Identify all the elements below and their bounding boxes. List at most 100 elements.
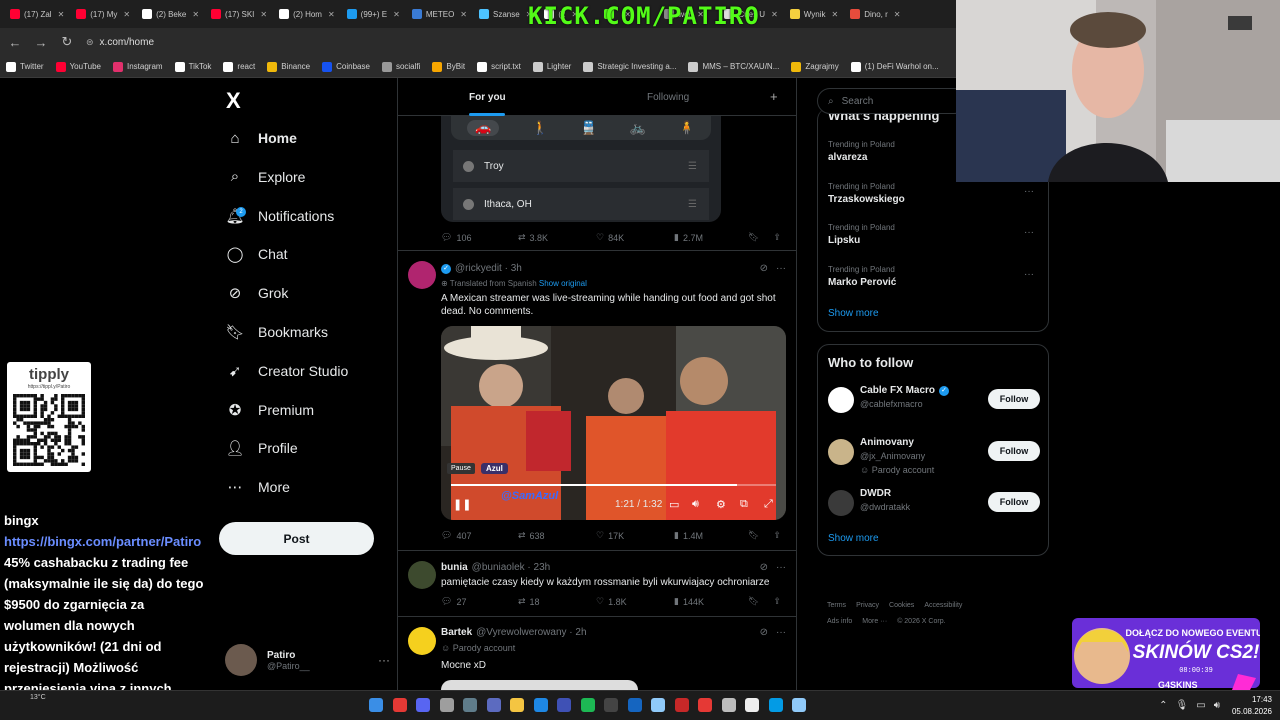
weather-widget[interactable]: 13°C: [30, 694, 46, 701]
drag-handle-icon[interactable]: ☰: [688, 199, 697, 210]
views-button[interactable]: ▮ 1.4M: [674, 530, 703, 541]
walk-icon[interactable]: 🚶: [532, 120, 548, 136]
bookmark-item[interactable]: Instagram: [113, 61, 163, 72]
reply-button[interactable]: 💬︎ 106: [441, 232, 518, 243]
close-icon[interactable]: ✕: [832, 10, 839, 19]
bookmark-item[interactable]: ByBit: [432, 61, 465, 72]
browser-tab[interactable]: METEO ✕: [406, 3, 473, 25]
browser-tab[interactable]: (17) My ✕: [70, 3, 136, 25]
nav-item-grok[interactable]: ⊘ Grok: [226, 278, 289, 308]
bookmark-item[interactable]: (1) DeFi Warhol on...: [850, 61, 939, 72]
taskbar-app-icon[interactable]: [721, 698, 736, 712]
close-icon[interactable]: ✕: [894, 10, 901, 19]
footer-link[interactable]: Terms: [827, 602, 846, 609]
tab-following[interactable]: Following: [647, 92, 689, 103]
url-field[interactable]: ⊜ x.com/home: [86, 37, 154, 48]
pause-icon[interactable]: ❚❚: [453, 498, 471, 511]
bookmark-item[interactable]: TikTok: [174, 61, 211, 72]
views-button[interactable]: ▮ 2.7M: [674, 232, 703, 243]
nav-item-profile[interactable]: 👤︎ Profile: [225, 433, 297, 463]
captions-icon[interactable]: ▭: [669, 498, 679, 511]
video-player[interactable]: Azul Pause @SamAzul ❚❚ 1:21 / 1:32 ▭ 🔊︎ …: [441, 326, 786, 520]
more-icon[interactable]: ···: [1024, 186, 1034, 197]
nav-item-bookmarks[interactable]: 🔖︎ Bookmarks: [225, 317, 328, 347]
follow-suggestion[interactable]: DWDR @dwdratakk Follow: [828, 488, 1040, 528]
taskbar-app-icon[interactable]: [510, 698, 524, 712]
volume-icon[interactable]: 🔊︎: [1214, 700, 1220, 711]
nav-item-creator-studio[interactable]: ➹ Creator Studio: [226, 356, 349, 386]
close-icon[interactable]: ✕: [192, 10, 199, 19]
nav-item-explore[interactable]: ⌕ Explore: [226, 162, 306, 192]
close-icon[interactable]: ✕: [771, 10, 778, 19]
taskbar-app-icon[interactable]: [533, 698, 548, 712]
drag-handle-icon[interactable]: ☰: [688, 161, 697, 172]
footer-link[interactable]: Ads info: [827, 618, 852, 625]
bookmark-item[interactable]: Lighter: [532, 61, 571, 72]
follow-button[interactable]: Follow: [988, 492, 1040, 512]
show-original-link[interactable]: Show original: [539, 279, 587, 288]
repost-button[interactable]: ⇄ 3.8K: [518, 232, 596, 243]
bookmark-item[interactable]: socialfi: [381, 61, 420, 72]
reply-button[interactable]: 💬︎ 27: [441, 596, 518, 607]
footer-link[interactable]: Accessibility: [924, 602, 962, 609]
more-icon[interactable]: ···: [776, 627, 786, 638]
browser-tab[interactable]: Wynik ✕: [784, 3, 844, 25]
taskbar-app-icon[interactable]: [439, 698, 454, 712]
x-logo[interactable]: X: [226, 88, 241, 114]
taskbar-app-icon[interactable]: [416, 698, 430, 712]
taskbar-app-icon[interactable]: [674, 698, 689, 712]
mic-icon[interactable]: 🎙︎: [1176, 700, 1189, 711]
reply-button[interactable]: 💬︎ 407: [441, 530, 518, 541]
bookmark-icon[interactable]: 🔖︎: [748, 596, 759, 607]
taskbar-app-icon[interactable]: [792, 698, 806, 712]
footer-link[interactable]: More ···: [862, 618, 887, 625]
like-button[interactable]: ♡ 1.8K: [596, 596, 674, 607]
taskbar-app-icon[interactable]: [627, 698, 642, 712]
bookmark-item[interactable]: Strategic Investing a...: [583, 61, 676, 72]
taskbar-app-icon[interactable]: [392, 698, 407, 712]
bookmark-item[interactable]: MMS – BTC/XAU/N...: [688, 61, 779, 72]
bookmark-icon[interactable]: 🔖︎: [748, 232, 759, 243]
clock[interactable]: 17:43 05.08.2026: [1232, 694, 1272, 718]
video-progress[interactable]: [451, 484, 776, 486]
taskbar-app-icon[interactable]: [580, 698, 595, 712]
close-icon[interactable]: ✕: [328, 10, 335, 19]
browser-tab[interactable]: (17) Zal ✕: [4, 3, 70, 25]
grok-icon[interactable]: ⊘: [760, 263, 768, 274]
car-icon[interactable]: 🚗: [467, 120, 500, 136]
browser-tab[interactable]: (2) Beke ✕: [136, 3, 205, 25]
views-button[interactable]: ▮ 144K: [674, 596, 704, 607]
footer-link[interactable]: Privacy: [856, 602, 879, 609]
trend-item[interactable]: Trending in Poland Marko Perović ···: [828, 265, 1040, 288]
site-info-icon[interactable]: ⊜: [86, 37, 94, 48]
volume-icon[interactable]: 🔊︎: [692, 498, 699, 511]
account-switcher[interactable]: Patiro @Patiro__ ···: [225, 640, 390, 680]
more-icon[interactable]: ···: [1024, 227, 1034, 238]
search-input[interactable]: ⌕ Search: [817, 88, 967, 114]
taskbar-app-icon[interactable]: [604, 698, 618, 712]
person-icon[interactable]: 🧍: [678, 120, 694, 136]
taskbar-app-icon[interactable]: [651, 698, 665, 712]
bike-icon[interactable]: 🚲: [630, 120, 646, 136]
browser-tab[interactable]: (2) Hom ✕: [273, 3, 341, 25]
back-icon[interactable]: ←: [4, 31, 26, 53]
footer-link[interactable]: © 2026 X Corp.: [897, 618, 945, 625]
taskbar-app-icon[interactable]: [768, 698, 783, 712]
bookmark-item[interactable]: Zagrajmy: [791, 61, 839, 72]
settings-icon[interactable]: ⚙: [716, 498, 726, 511]
close-icon[interactable]: ✕: [58, 10, 65, 19]
map-card[interactable]: 🚗 🚶 🚆 🚲 🧍 Troy ☰ Ithaca, OH ☰: [441, 116, 721, 222]
taskbar-app-icon[interactable]: [557, 698, 571, 712]
trend-item[interactable]: Trending in Poland Trzaskowskiego ···: [828, 182, 1040, 205]
bookmark-item[interactable]: Binance: [267, 61, 310, 72]
pip-icon[interactable]: ⧉: [740, 498, 748, 511]
taskbar-app-icon[interactable]: [745, 698, 759, 712]
trend-item[interactable]: Trending in Poland Lipsku ···: [828, 223, 1040, 246]
repost-button[interactable]: ⇄ 18: [518, 596, 596, 607]
fullscreen-icon[interactable]: ⤢: [764, 498, 773, 511]
more-icon[interactable]: ···: [378, 653, 390, 667]
close-icon[interactable]: ✕: [260, 10, 267, 19]
train-icon[interactable]: 🚆: [581, 120, 597, 136]
browser-tab[interactable]: Dino, r ✕: [844, 3, 906, 25]
follow-suggestion[interactable]: Cable FX Macro ✓ @cablefxmacro Follow: [828, 385, 1040, 425]
